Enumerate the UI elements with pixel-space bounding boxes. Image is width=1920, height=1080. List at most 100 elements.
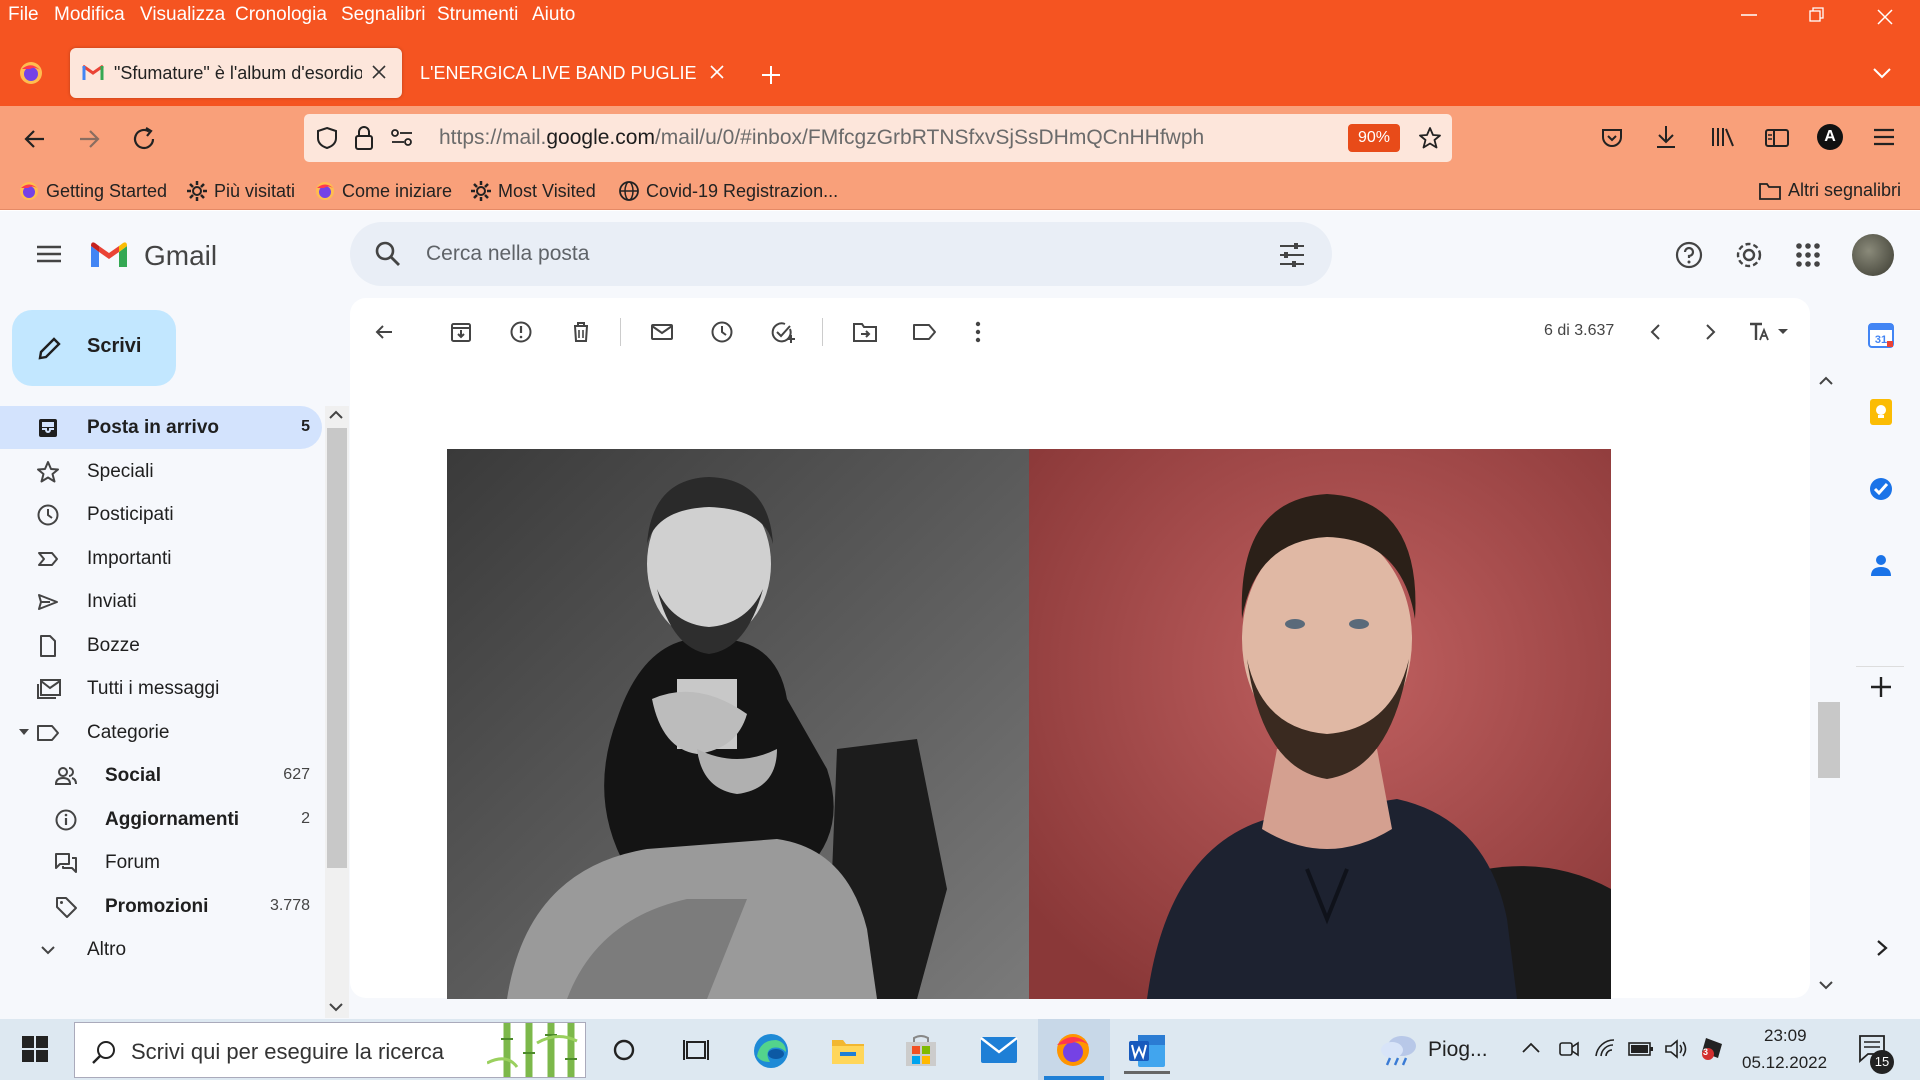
bookmark-getting-started[interactable]: Getting Started <box>18 180 167 202</box>
menu-visualizza[interactable]: Visualizza <box>140 4 225 26</box>
nav-forums[interactable]: Forum <box>0 841 322 884</box>
file-explorer-icon[interactable] <box>830 1034 866 1066</box>
scrollbar-thumb[interactable] <box>327 428 347 868</box>
settings-gear-icon[interactable] <box>1733 239 1765 271</box>
close-tab-icon[interactable] <box>710 65 724 79</box>
download-icon[interactable] <box>1654 124 1678 150</box>
taskbar-search-box[interactable]: Scrivi qui per eseguire la ricerca <box>74 1022 586 1078</box>
firefox-taskbar-button[interactable] <box>1038 1019 1110 1080</box>
google-apps-icon[interactable] <box>1795 242 1821 268</box>
nav-inbox[interactable]: Posta in arrivo 5 <box>0 406 322 449</box>
store-icon[interactable] <box>904 1034 938 1068</box>
nav-updates[interactable]: Aggiornamenti 2 <box>0 798 322 841</box>
scroll-down-icon[interactable] <box>1818 980 1834 990</box>
cortana-icon[interactable] <box>612 1038 636 1062</box>
pocket-icon[interactable] <box>1600 126 1624 150</box>
task-view-icon[interactable] <box>682 1038 710 1062</box>
mail-taskbar-icon[interactable] <box>980 1036 1018 1064</box>
wifi-icon[interactable] <box>1594 1038 1618 1060</box>
gmail-logo-icon[interactable] <box>88 238 130 270</box>
bookmark-covid[interactable]: Covid-19 Registrazion... <box>618 180 838 202</box>
back-to-inbox-icon[interactable] <box>372 320 396 344</box>
bookmark-come-iniziare[interactable]: Come iniziare <box>314 180 452 202</box>
tab-second[interactable]: L'ENERGICA LIVE BAND PUGLIESE FL <box>418 48 728 98</box>
nav-sent[interactable]: Inviati <box>0 580 322 623</box>
user-avatar[interactable] <box>1852 234 1894 276</box>
input-tools-icon[interactable] <box>1748 320 1790 344</box>
nav-important[interactable]: Importanti <box>0 537 322 580</box>
url-bar[interactable]: https://mail.google.com/mail/u/0/#inbox/… <box>304 114 1452 162</box>
show-side-panel-icon[interactable] <box>1874 938 1890 958</box>
firefox-view-icon[interactable] <box>18 60 44 86</box>
menu-aiuto[interactable]: Aiuto <box>532 4 575 26</box>
nav-snoozed[interactable]: Posticipati <box>0 493 322 536</box>
nav-categories[interactable]: Categorie <box>0 711 322 754</box>
back-icon[interactable] <box>22 126 48 152</box>
mark-unread-icon[interactable] <box>650 320 674 344</box>
scrollbar-thumb[interactable] <box>1818 702 1840 778</box>
battery-icon[interactable] <box>1628 1041 1654 1057</box>
scroll-up-icon[interactable] <box>328 410 344 420</box>
nav-starred[interactable]: Speciali <box>0 450 322 493</box>
nav-more[interactable]: Altro <box>0 928 322 971</box>
contacts-icon[interactable] <box>1868 552 1894 578</box>
restore-button[interactable] <box>1808 6 1826 24</box>
edge-taskbar-icon[interactable] <box>752 1032 790 1070</box>
bookmark-most-visited[interactable]: Most Visited <box>470 180 596 202</box>
reload-icon[interactable] <box>130 125 158 153</box>
weather-text[interactable]: Piog... <box>1428 1038 1488 1062</box>
tasks-icon[interactable] <box>1868 476 1894 502</box>
bookmark-piu-visitati[interactable]: Più visitati <box>186 180 295 202</box>
newer-chevron-icon[interactable] <box>1644 320 1668 344</box>
main-menu-icon[interactable] <box>36 244 62 264</box>
move-to-icon[interactable] <box>852 320 878 344</box>
shield-icon[interactable] <box>316 126 338 150</box>
forward-icon[interactable] <box>76 126 102 152</box>
library-icon[interactable] <box>1710 126 1736 148</box>
url-text[interactable]: https://mail.google.com/mail/u/0/#inbox/… <box>439 126 1204 150</box>
older-chevron-icon[interactable] <box>1698 320 1722 344</box>
menu-strumenti[interactable]: Strumenti <box>437 4 518 26</box>
minimize-button[interactable] <box>1740 6 1758 24</box>
search-icon[interactable] <box>374 240 402 268</box>
archive-icon[interactable] <box>449 320 473 344</box>
hamburger-menu-icon[interactable] <box>1872 127 1896 147</box>
sidebar-toggle-icon[interactable] <box>1764 128 1790 148</box>
sidebar-scrollbar[interactable] <box>325 406 349 1018</box>
new-tab-button[interactable] <box>760 64 782 86</box>
mail-search-bar[interactable]: Cerca nella posta <box>350 222 1332 286</box>
bookmark-star-icon[interactable] <box>1418 126 1442 150</box>
menu-segnalibri[interactable]: Segnalibri <box>341 4 426 26</box>
word-taskbar-icon[interactable] <box>1124 1034 1170 1074</box>
nav-social[interactable]: Social 627 <box>0 754 322 797</box>
meet-now-icon[interactable] <box>1558 1038 1580 1060</box>
menu-modifica[interactable]: Modifica <box>54 4 125 26</box>
account-avatar[interactable]: A <box>1817 124 1843 150</box>
nav-drafts[interactable]: Bozze <box>0 624 322 667</box>
message-scrollbar[interactable] <box>1818 368 1840 1000</box>
search-options-icon[interactable] <box>1278 242 1306 268</box>
more-options-icon[interactable] <box>968 320 988 344</box>
compose-button[interactable]: Scrivi <box>12 310 176 386</box>
scroll-up-icon[interactable] <box>1818 376 1834 386</box>
list-all-tabs-icon[interactable] <box>1872 66 1892 80</box>
other-bookmarks[interactable]: Altri segnalibri <box>1758 180 1901 201</box>
caret-down-icon[interactable] <box>18 728 30 736</box>
help-icon[interactable] <box>1674 240 1704 270</box>
menu-cronologia[interactable]: Cronologia <box>235 4 327 26</box>
zoom-level-badge[interactable]: 90% <box>1348 124 1400 152</box>
scroll-down-icon[interactable] <box>328 1002 344 1012</box>
start-windows-icon[interactable] <box>22 1036 48 1062</box>
permissions-icon[interactable] <box>390 128 414 148</box>
lock-icon[interactable] <box>354 125 374 151</box>
close-window-button[interactable] <box>1876 8 1894 26</box>
nav-all-mail[interactable]: Tutti i messaggi <box>0 667 322 710</box>
weather-cloud-icon[interactable] <box>1378 1032 1420 1066</box>
menu-file[interactable]: File <box>8 4 39 26</box>
label-as-icon[interactable] <box>912 320 938 344</box>
nav-promotions[interactable]: Promozioni 3.778 <box>0 885 322 928</box>
clock-time[interactable]: 23:09 <box>1764 1026 1807 1046</box>
volume-icon[interactable] <box>1664 1038 1688 1060</box>
get-addons-icon[interactable] <box>1868 674 1894 700</box>
snooze-icon[interactable] <box>710 320 734 344</box>
